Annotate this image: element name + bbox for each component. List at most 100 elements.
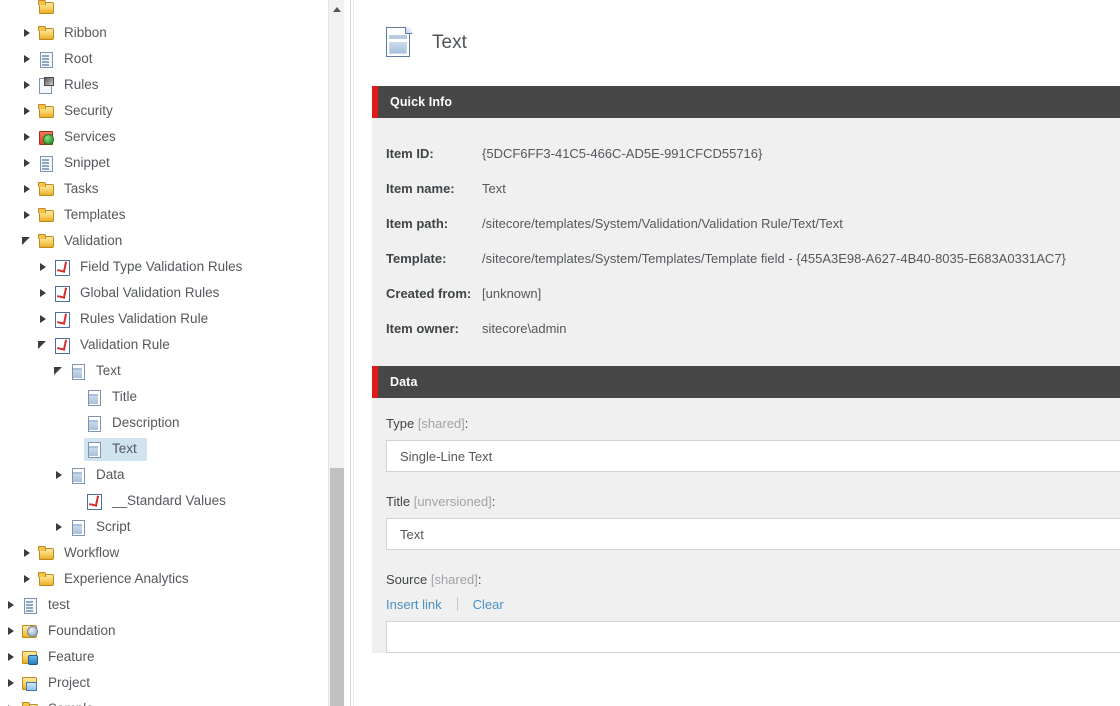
tree-item-hit[interactable]: Text: [68, 360, 131, 383]
scroll-up-arrow-icon[interactable]: [329, 0, 344, 17]
tree-item-snippet[interactable]: Snippet: [0, 150, 344, 176]
quick-info-key: Created from:: [386, 286, 472, 301]
tree-item-templates[interactable]: Templates: [0, 202, 344, 228]
expander-expand-icon[interactable]: [36, 254, 52, 280]
title-input[interactable]: Text: [386, 518, 1120, 550]
tree-item-validation[interactable]: Validation: [0, 228, 344, 254]
tree-item-hit[interactable]: Global Validation Rules: [52, 282, 229, 305]
tree-item-hit[interactable]: Project: [20, 672, 100, 695]
section-header-data[interactable]: Data: [372, 366, 1120, 398]
clear-link[interactable]: Clear: [473, 597, 504, 612]
tree-item-hit[interactable]: Sample: [20, 698, 104, 706]
expander-collapse-icon[interactable]: [36, 332, 52, 358]
scrollbar-thumb[interactable]: [330, 468, 344, 706]
quick-info-body: Item ID: {5DCF6FF3-41C5-466C-AD5E-991CFCD…: [372, 118, 1120, 366]
tree-item-root[interactable]: Root: [0, 46, 344, 72]
tree-item-script[interactable]: Script: [0, 514, 344, 540]
tree-item-feature[interactable]: Feature: [0, 644, 344, 670]
expander-expand-icon[interactable]: [4, 696, 20, 706]
expander-collapse-icon[interactable]: [20, 228, 36, 254]
tree-indent-spacer: [0, 98, 20, 124]
tree-item-hit[interactable]: Tasks: [36, 178, 109, 201]
expander-expand-icon[interactable]: [20, 540, 36, 566]
type-input[interactable]: Single-Line Text: [386, 440, 1120, 472]
tree-item-description[interactable]: Description: [0, 410, 344, 436]
tree-item-rules[interactable]: Rules: [0, 72, 344, 98]
expander-expand-icon[interactable]: [20, 72, 36, 98]
tree-item-hit[interactable]: Experience Analytics: [36, 568, 199, 591]
expander-placeholder: [68, 436, 84, 462]
tree-item-project[interactable]: Project: [0, 670, 344, 696]
tree-item-hit[interactable]: __Standard Values: [84, 490, 236, 513]
tree-item-sample[interactable]: Sample: [0, 696, 344, 706]
expander-placeholder: [68, 488, 84, 514]
tree-item-hit[interactable]: Validation: [36, 230, 132, 253]
expander-expand-icon[interactable]: [20, 46, 36, 72]
expander-expand-icon[interactable]: [36, 280, 52, 306]
document-icon: [86, 415, 102, 432]
tree-item-hit[interactable]: Root: [36, 48, 103, 71]
expander-expand-icon[interactable]: [20, 150, 36, 176]
expander-expand-icon[interactable]: [4, 670, 20, 696]
tree-item-partial[interactable]: [0, 0, 344, 20]
tree-item-global-validation-rules[interactable]: Global Validation Rules: [0, 280, 344, 306]
tree-item-text[interactable]: Text: [0, 436, 344, 462]
tree-vertical-scrollbar[interactable]: [328, 0, 344, 706]
expander-expand-icon[interactable]: [36, 306, 52, 332]
tree-item-validation-rule[interactable]: Validation Rule: [0, 332, 344, 358]
tree-item-services[interactable]: Services: [0, 124, 344, 150]
tree-item-hit[interactable]: Foundation: [20, 620, 126, 643]
document-icon: [386, 27, 414, 59]
tree-item-hit[interactable]: Rules: [36, 74, 109, 97]
expander-expand-icon[interactable]: [52, 462, 68, 488]
tree-indent-spacer: [0, 46, 20, 72]
tree-item-tasks[interactable]: Tasks: [0, 176, 344, 202]
tree-item-hit[interactable]: Validation Rule: [52, 334, 180, 357]
expander-expand-icon[interactable]: [20, 124, 36, 150]
tree-item-hit[interactable]: Field Type Validation Rules: [52, 256, 252, 279]
quick-info-value: {5DCF6FF3-41C5-466C-AD5E-991CFCD55716}: [482, 146, 763, 161]
tree-item-hit[interactable]: Description: [84, 412, 190, 435]
expander-expand-icon[interactable]: [20, 20, 36, 46]
tree-item-standard-values[interactable]: __Standard Values: [0, 488, 344, 514]
tree-item-hit[interactable]: Data: [68, 464, 135, 487]
tree-item-rules-validation-rule[interactable]: Rules Validation Rule: [0, 306, 344, 332]
tree-item-security[interactable]: Security: [0, 98, 344, 124]
expander-expand-icon[interactable]: [20, 202, 36, 228]
tree-item-foundation[interactable]: Foundation: [0, 618, 344, 644]
tree-item-workflow[interactable]: Workflow: [0, 540, 344, 566]
tree-item-hit[interactable]: Text: [84, 437, 147, 461]
tree-item-hit[interactable]: Templates: [36, 204, 136, 227]
tree-item-ribbon[interactable]: Ribbon: [0, 20, 344, 46]
expander-expand-icon[interactable]: [4, 618, 20, 644]
tree-item-experience-analytics[interactable]: Experience Analytics: [0, 566, 344, 592]
tree-item-hit[interactable]: test: [20, 594, 80, 617]
insert-link-link[interactable]: Insert link: [386, 597, 442, 612]
tree-item-hit[interactable]: Workflow: [36, 542, 129, 565]
tree-item-hit[interactable]: Rules Validation Rule: [52, 308, 218, 331]
expander-expand-icon[interactable]: [20, 566, 36, 592]
tree-item-test[interactable]: test: [0, 592, 344, 618]
tree-item-title[interactable]: Title: [0, 384, 344, 410]
tree-item-field-type-validation-rules[interactable]: Field Type Validation Rules: [0, 254, 344, 280]
expander-expand-icon[interactable]: [20, 98, 36, 124]
tree-item-hit[interactable]: Ribbon: [36, 22, 117, 45]
tree-item-text[interactable]: Text: [0, 358, 344, 384]
tree-item-hit[interactable]: [36, 0, 66, 17]
tree-item-hit[interactable]: Services: [36, 126, 126, 149]
expander-expand-icon[interactable]: [52, 514, 68, 540]
tree-item-hit[interactable]: Security: [36, 100, 123, 123]
section-header-quick-info[interactable]: Quick Info: [372, 86, 1120, 118]
tree-item-hit[interactable]: Feature: [20, 646, 105, 669]
tree-item-hit[interactable]: Script: [68, 516, 141, 539]
expander-expand-icon[interactable]: [4, 644, 20, 670]
tree-item-hit[interactable]: Title: [84, 386, 147, 409]
tree-item-data[interactable]: Data: [0, 462, 344, 488]
expander-expand-icon[interactable]: [4, 592, 20, 618]
source-input[interactable]: [386, 621, 1120, 653]
pane-splitter[interactable]: [344, 0, 366, 706]
expander-expand-icon[interactable]: [20, 176, 36, 202]
tree-item-hit[interactable]: Snippet: [36, 152, 120, 175]
expander-collapse-icon[interactable]: [52, 358, 68, 384]
section-title: Data: [390, 375, 418, 389]
